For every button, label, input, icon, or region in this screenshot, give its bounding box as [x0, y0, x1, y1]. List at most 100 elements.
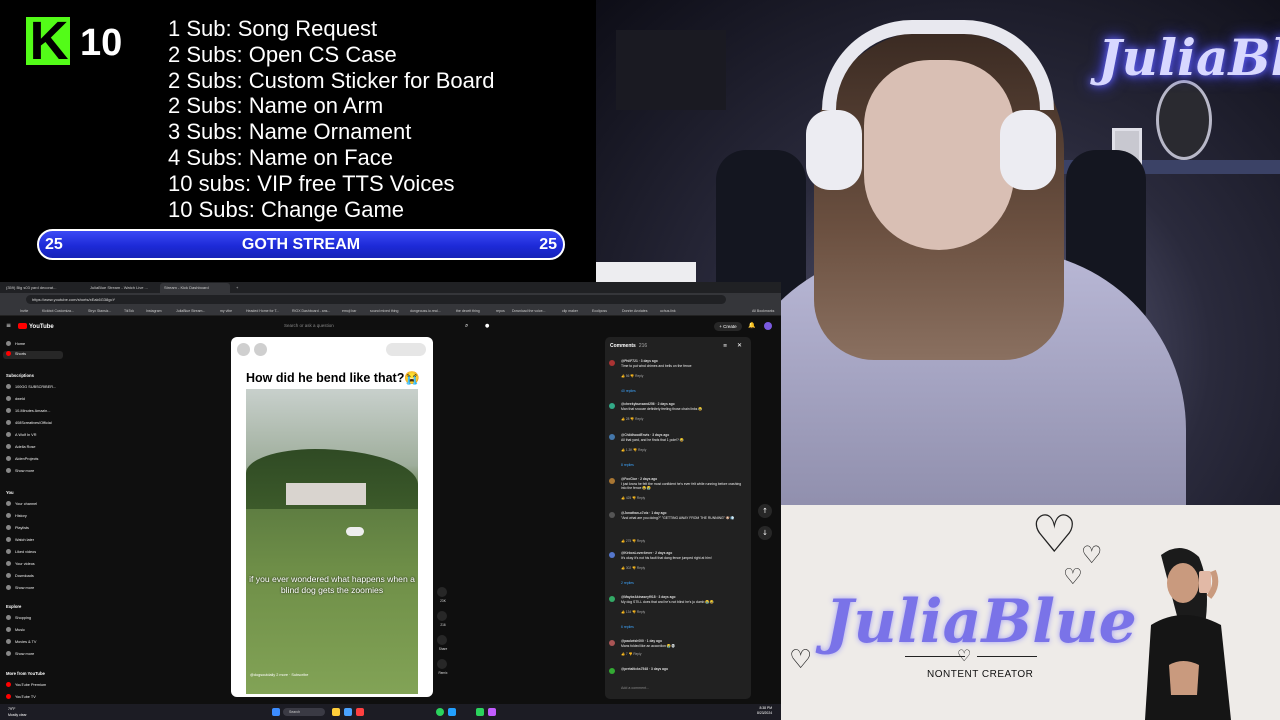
comment-icon[interactable] [437, 611, 447, 621]
youtube-logo[interactable]: YouTube [18, 323, 54, 331]
share-icon[interactable] [437, 635, 447, 645]
bookmark[interactable]: the deceit thing [456, 307, 480, 315]
remix-icon[interactable] [437, 659, 447, 669]
bookmark[interactable]: Kickbot Customiza... [42, 307, 74, 315]
kick-icon[interactable] [476, 708, 484, 716]
sidebar-item-premium[interactable]: YouTube Premium [6, 682, 46, 688]
sidebar-item-youtube-tv[interactable]: YouTube TV [6, 694, 36, 700]
film-icon [6, 639, 11, 644]
browser-tab-active[interactable]: Stream - Kick Dashboard [160, 283, 230, 293]
bookmark[interactable]: my vibe [220, 307, 232, 315]
taskbar-app-icon[interactable] [356, 708, 364, 716]
bookmark[interactable]: Headed Home for T... [246, 307, 279, 315]
sidebar-item-home[interactable]: Home [6, 341, 25, 347]
volume-button[interactable] [254, 343, 267, 356]
explore-heading: Explore [6, 604, 22, 609]
pause-button[interactable] [237, 343, 250, 356]
create-button[interactable]: + Create [714, 322, 742, 331]
sidebar-item-shopping[interactable]: Shopping [6, 615, 31, 621]
show-more-explore[interactable]: Show more [6, 651, 34, 657]
taskbar-app-icon[interactable] [488, 708, 496, 716]
shopping-icon [6, 615, 11, 620]
short-channel[interactable]: @dogsoutdaily 2 more · Subscribe [250, 672, 308, 678]
sidebar-item-downloads[interactable]: Downloads [6, 573, 34, 579]
avatar[interactable] [764, 322, 772, 330]
bookmarks-bar: Invite Kickbot Customiza... Stryx Stansi… [0, 306, 781, 316]
bookmark[interactable]: JuliaBlue Stream... [176, 307, 205, 315]
replies-toggle[interactable]: 40 replies [621, 389, 636, 393]
browser-tab[interactable]: (359) Big s03 yard decorat... [2, 283, 84, 293]
taskbar-search[interactable]: Search [283, 708, 325, 716]
bookmark[interactable]: uchus.link [660, 307, 676, 315]
menu-icon[interactable]: ≡ [6, 322, 11, 330]
bookmark[interactable]: Ecoliposs [592, 307, 607, 315]
shorts-icon [6, 351, 11, 356]
subscription-item[interactable]: Adella Rose [6, 444, 35, 450]
sidebar-item-your-channel[interactable]: Your channel [6, 501, 37, 507]
bookmark[interactable]: Instagram [146, 307, 162, 315]
replies-toggle[interactable]: 6 replies [621, 625, 634, 629]
more-options-pill[interactable] [386, 343, 426, 356]
short-player[interactable]: How did he bend like that?😭 if you ever … [231, 337, 433, 697]
video-house [286, 483, 366, 505]
sidebar-item-history[interactable]: History [6, 513, 27, 519]
sidebar-item-playlists[interactable]: Playlists [6, 525, 29, 531]
subscription-item[interactable]: dweld [6, 396, 25, 402]
sidebar-item-shorts[interactable]: Shorts [3, 351, 63, 359]
replies-toggle[interactable]: 2 replies [621, 581, 634, 585]
subscription-item[interactable]: 10-Minutes Amazin... [6, 408, 50, 414]
sort-icon[interactable]: ≡ [723, 342, 727, 350]
show-more-subscriptions[interactable]: Show more [6, 468, 34, 474]
url-field[interactable]: https://www.youtube.com/shorts/xEak6G38g… [26, 295, 726, 304]
previous-short-button[interactable]: ↑ [758, 504, 772, 518]
taskbar-app-icon[interactable] [344, 708, 352, 716]
bookmark[interactable]: repos [496, 307, 505, 315]
sidebar-item-watch-later[interactable]: Watch later [6, 537, 34, 543]
search-input[interactable]: Search or ask a question [284, 321, 456, 331]
short-video-frame[interactable]: if you ever wondered what happens when a… [246, 389, 418, 694]
like-icon[interactable] [437, 587, 447, 597]
bookmark[interactable]: clip maker [562, 307, 578, 315]
show-more-you[interactable]: Show more [6, 585, 34, 591]
playlist-icon [6, 525, 11, 530]
bookmark[interactable]: Stryx Stansiz... [88, 307, 111, 315]
sidebar-item-movies[interactable]: Movies & TV [6, 639, 36, 645]
headset-earcup-right [1000, 110, 1056, 190]
bookmark[interactable]: TikTok [124, 307, 134, 315]
mic-icon[interactable]: ● [485, 322, 489, 330]
subscription-item[interactable]: 408Screatives/Official [6, 420, 52, 426]
subscriptions-heading: Subscriptions [6, 373, 34, 378]
bookmark[interactable]: Invite [20, 307, 28, 315]
sidebar-item-liked[interactable]: Liked videos [6, 549, 36, 555]
channel-avatar [6, 432, 11, 437]
bookmark[interactable]: Download the voice... [512, 307, 545, 315]
close-icon[interactable]: ✕ [737, 342, 742, 350]
new-tab-button[interactable]: + [232, 283, 240, 293]
browser-tab[interactable]: JuliaBlue Stream - Watch Live ... [86, 283, 158, 293]
bookmark[interactable]: dungeouss.io.real... [410, 307, 441, 315]
weather-widget[interactable]: 79°F Mostly clear [8, 706, 27, 718]
bookmark[interactable]: Donrim Anxiates [622, 307, 647, 315]
taskbar-app-icon[interactable] [448, 708, 456, 716]
avatar [609, 668, 615, 674]
subscription-item[interactable]: 100GG SUBSCRIBER... [6, 384, 56, 390]
search-icon[interactable]: ⌕ [465, 322, 468, 330]
next-short-button[interactable]: ↓ [758, 526, 772, 540]
bookmark[interactable]: sound mixed thing [370, 307, 398, 315]
add-comment-input[interactable]: Add a comment... [621, 685, 649, 691]
bookmark[interactable]: All Bookmarks [752, 307, 774, 315]
subscription-item[interactable]: AidenProjects [6, 456, 38, 462]
taskbar-clock[interactable]: 8:38 PM 8/23/2024 [757, 706, 772, 716]
replies-toggle[interactable]: 8 replies [621, 463, 634, 467]
bell-icon[interactable]: 🔔 [748, 322, 755, 330]
sidebar-item-your-videos[interactable]: Your videos [6, 561, 35, 567]
sidebar-item-music[interactable]: Music [6, 627, 25, 633]
heart-icon: ♡ [789, 645, 813, 675]
subscription-item[interactable]: A Wolf In VR [6, 432, 36, 438]
chrome-icon[interactable] [436, 708, 444, 716]
bookmark[interactable]: emoji bar [342, 307, 356, 315]
windows-start-icon[interactable] [272, 708, 280, 716]
brand-divider-right [977, 656, 1037, 657]
bookmark[interactable]: RIOX Dashboard - ans... [292, 307, 330, 315]
file-explorer-icon[interactable] [332, 708, 340, 716]
